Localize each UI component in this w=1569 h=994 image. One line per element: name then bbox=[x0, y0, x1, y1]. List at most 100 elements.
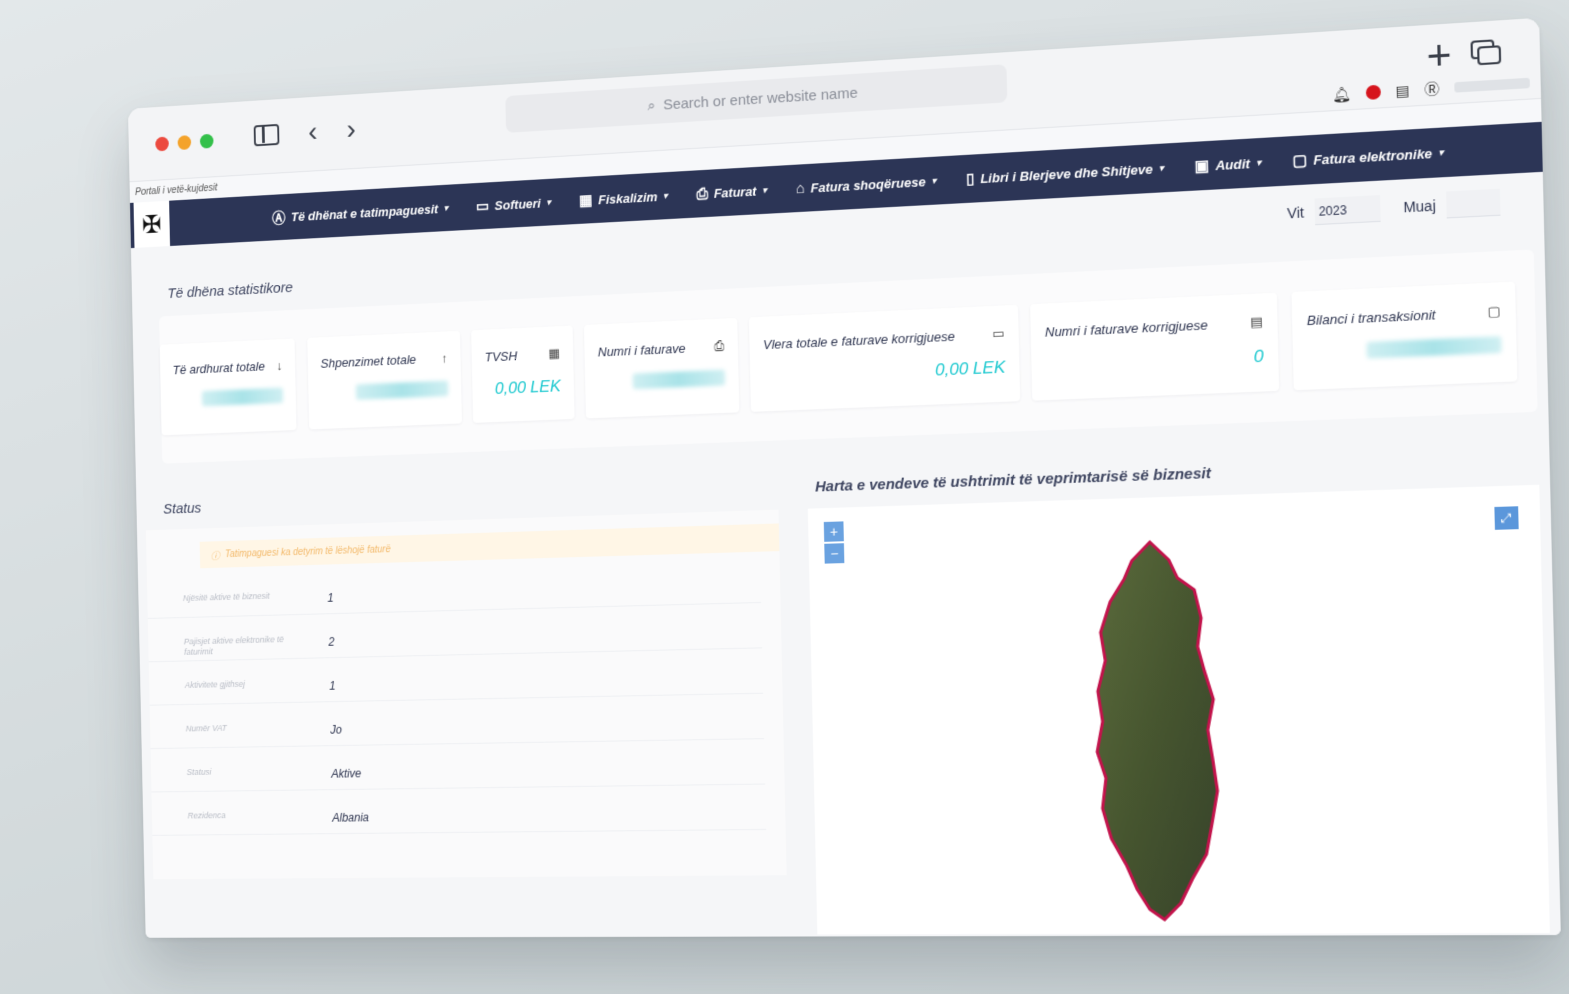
stat-card: Vlera totale e faturave korrigjuese ▭ 0,00… bbox=[748, 304, 1021, 412]
printer-icon: ⎙ bbox=[696, 184, 709, 203]
status-row-value: 1 bbox=[327, 591, 334, 605]
wallet-icon: ▢ bbox=[1487, 303, 1501, 320]
nav-item-2[interactable]: ▦ Fiskalizim ▾ bbox=[579, 185, 668, 210]
info-icon: ⓘ bbox=[210, 551, 220, 562]
year-select[interactable]: 2023 bbox=[1314, 195, 1381, 226]
caret-down-icon: ▾ bbox=[1438, 146, 1444, 158]
fullscreen-icon[interactable]: ⤢ bbox=[1494, 506, 1519, 530]
stats-title: Të dhëna statistikore bbox=[167, 279, 293, 302]
status-row: Numër VAT Jo bbox=[149, 701, 765, 750]
status-row-value: Albania bbox=[332, 810, 370, 825]
zoom-in-button[interactable]: + bbox=[823, 521, 844, 542]
sidebar-toggle-icon[interactable] bbox=[253, 123, 280, 147]
printer-icon: ⎙ bbox=[714, 338, 725, 354]
zoom-out-button[interactable]: − bbox=[824, 543, 845, 564]
stat-label: TVSH bbox=[484, 347, 518, 364]
close-window-button[interactable] bbox=[155, 136, 169, 152]
nav-item-label: Audit bbox=[1215, 155, 1251, 173]
year-filter: Vit 2023 bbox=[1286, 195, 1381, 227]
back-arrow-icon[interactable]: ‹ bbox=[308, 116, 318, 148]
document-icon[interactable]: ▤ bbox=[1395, 81, 1409, 99]
status-row-label: Njësitë aktive të biznesit bbox=[182, 590, 270, 603]
month-select[interactable] bbox=[1446, 188, 1501, 219]
period-filters: Vit 2023 Muaj bbox=[1286, 188, 1501, 227]
forward-arrow-icon[interactable]: › bbox=[346, 113, 356, 145]
status-row-label: Statusi bbox=[186, 767, 212, 777]
status-row: Njësitë aktive të biznesit 1 bbox=[146, 565, 762, 619]
money-icon: ▭ bbox=[991, 325, 1005, 342]
minimize-window-button[interactable] bbox=[177, 135, 192, 151]
dashboard-content: Vit 2023 Muaj Të dhëna statistikore Të a… bbox=[130, 171, 1561, 938]
nav-item-5[interactable]: ▯ Libri i Blerjeve dhe Shitjeve ▾ bbox=[966, 157, 1164, 189]
business-map[interactable]: + − ⤢ bbox=[807, 484, 1550, 935]
nav-item-label: Faturat bbox=[713, 183, 757, 201]
nav-item-1[interactable]: ▭ Softueri ▾ bbox=[476, 192, 551, 217]
extension-icon[interactable] bbox=[1365, 84, 1381, 101]
caret-down-icon: ▾ bbox=[663, 190, 668, 201]
bell-icon[interactable]: 🔔︎ bbox=[1332, 85, 1351, 104]
maximize-window-button[interactable] bbox=[199, 133, 214, 149]
caret-down-icon: ▾ bbox=[762, 184, 767, 195]
tab-overview-icon[interactable] bbox=[1470, 39, 1503, 68]
arrow-down-icon: ↓ bbox=[276, 358, 283, 373]
nav-item-4[interactable]: ⌂ Fatura shoqëruese ▾ bbox=[796, 170, 937, 199]
document-icon: ▢ bbox=[1292, 151, 1308, 170]
redacted-value bbox=[355, 380, 449, 400]
status-row-value: 2 bbox=[328, 635, 335, 649]
status-row-label: Aktivitete gjithsej bbox=[184, 679, 246, 690]
caret-down-icon: ▾ bbox=[931, 175, 937, 186]
address-bar[interactable]: ⌕ Search or enter website name bbox=[505, 64, 1008, 133]
caret-down-icon: ▾ bbox=[443, 202, 448, 213]
redacted-value bbox=[632, 369, 726, 390]
browser-window: ‹ › ⌕ Search or enter website name + 🔔︎ … bbox=[127, 17, 1561, 938]
nav-item-7[interactable]: ▢ Fatura elektronike ▾ bbox=[1292, 141, 1444, 171]
stats-panel: Të ardhurat totale ↓ Shpenzimet totale ↑ TVS… bbox=[159, 249, 1538, 464]
stat-card: Numri i faturave korrigjuese ▤ 0 bbox=[1030, 292, 1280, 401]
warehouse-icon: ⌂ bbox=[795, 179, 805, 197]
status-row-value: 1 bbox=[329, 679, 336, 693]
stat-card: TVSH ▦ 0,00 LEK bbox=[471, 325, 575, 423]
portal-label: Portali i vetë-kujdesit bbox=[134, 182, 218, 198]
stat-label: Shpenzimet totale bbox=[320, 352, 417, 371]
arrow-up-icon: ↑ bbox=[441, 350, 448, 366]
caret-down-icon: ▾ bbox=[546, 196, 551, 207]
nav-item-0[interactable]: Ⓐ Të dhënat e tatimpaguesit ▾ bbox=[272, 198, 448, 228]
blurred-extension bbox=[1454, 77, 1530, 93]
status-panel: ⓘ Tatimpaguesi ka detyrim të lëshojë fat… bbox=[145, 509, 787, 880]
map-title: Harta e vendeve të ushtrimit të veprimta… bbox=[814, 464, 1212, 496]
new-tab-icon[interactable]: + bbox=[1426, 33, 1452, 80]
redacted-value bbox=[1366, 336, 1502, 359]
year-label: Vit bbox=[1286, 204, 1305, 222]
nav-item-label: Fatura elektronike bbox=[1313, 145, 1433, 168]
nav-item-6[interactable]: ▣ Audit ▾ bbox=[1194, 152, 1261, 177]
stat-value: 0,00 LEK bbox=[494, 376, 561, 398]
calculator-icon: ▦ bbox=[578, 191, 593, 210]
month-filter: Muaj bbox=[1403, 188, 1501, 221]
stat-label: Të ardhurat totale bbox=[172, 358, 265, 378]
month-label: Muaj bbox=[1403, 197, 1436, 216]
stat-card: Numri i faturave ⎙ bbox=[583, 317, 740, 419]
redacted-value bbox=[201, 387, 284, 407]
stat-card: Të ardhurat totale ↓ bbox=[159, 338, 297, 436]
nav-item-label: Softueri bbox=[494, 195, 541, 213]
laptop-icon: ▭ bbox=[475, 197, 490, 215]
status-row-label: Rezidenca bbox=[187, 810, 226, 821]
nav-item-label: Të dhënat e tatimpaguesit bbox=[290, 201, 439, 224]
search-icon: ⌕ bbox=[647, 96, 656, 114]
eagle-logo-icon[interactable]: ✠ bbox=[129, 200, 171, 249]
status-row-label: Numër VAT bbox=[185, 723, 227, 734]
warning-alert: ⓘ Tatimpaguesi ka detyrim të lëshojë fat… bbox=[199, 523, 780, 569]
clipboard-icon: ▤ bbox=[1249, 313, 1264, 330]
nav-item-3[interactable]: ⎙ Faturat ▾ bbox=[696, 180, 767, 205]
address-placeholder: Search or enter website name bbox=[662, 84, 858, 114]
calculator-icon: ▦ bbox=[548, 345, 561, 361]
warning-text: Tatimpaguesi ka detyrim të lëshojë fatur… bbox=[224, 543, 391, 560]
user-circle-icon: Ⓐ bbox=[271, 209, 286, 227]
stat-card: Shpenzimet totale ↑ bbox=[307, 330, 462, 430]
account-icon[interactable]: Ⓡ bbox=[1424, 78, 1439, 100]
book-icon: ▯ bbox=[965, 170, 975, 188]
zoom-controls: + − bbox=[823, 521, 845, 565]
status-row: Statusi Aktive bbox=[150, 747, 766, 793]
status-row: Pajisjet aktive elektronike të faturimit… bbox=[147, 610, 763, 663]
status-row-label: Pajisjet aktive elektronike të faturimit bbox=[183, 634, 284, 657]
